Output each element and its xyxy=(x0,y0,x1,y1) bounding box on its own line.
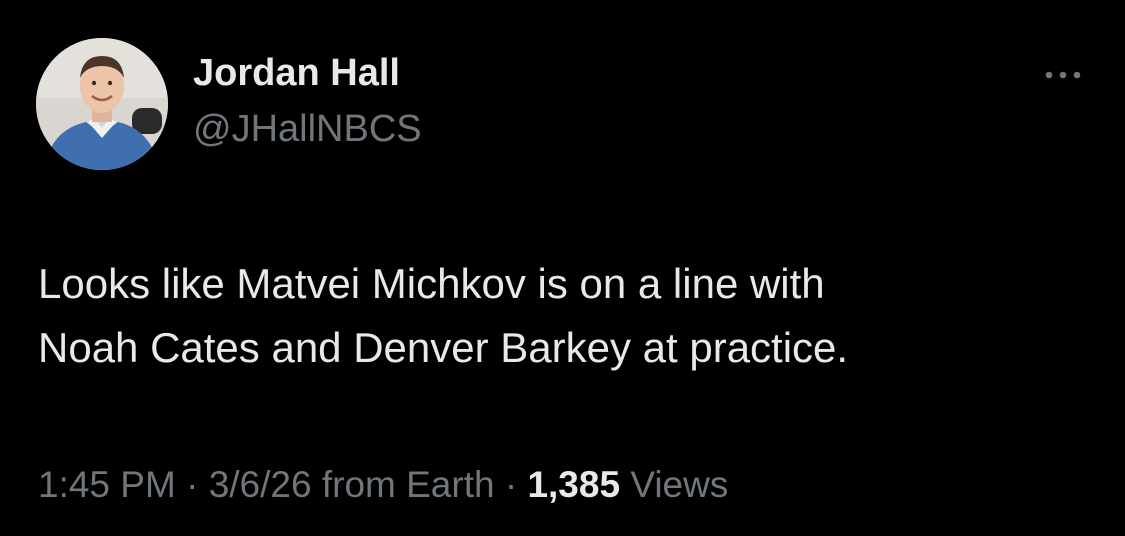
tweet-date[interactable]: 3/6/26 xyxy=(209,464,312,505)
avatar[interactable] xyxy=(36,38,168,170)
tweet-time[interactable]: 1:45 PM xyxy=(38,464,176,505)
views-count[interactable]: 1,385 xyxy=(527,464,620,505)
author-handle[interactable]: @JHallNBCS xyxy=(193,110,422,148)
tweet-metadata: 1:45 PM · 3/6/26 from Earth · 1,385 View… xyxy=(38,466,728,503)
separator-dot: · xyxy=(494,464,528,505)
more-options-button[interactable] xyxy=(1038,60,1088,90)
tweet-text-line: Noah Cates and Denver Barkey at practice… xyxy=(38,324,849,371)
views-label: Views xyxy=(630,464,729,505)
tweet-text: Looks like Matvei Michkov is on a line w… xyxy=(38,252,1088,380)
tweet-source: from Earth xyxy=(321,464,495,505)
avatar-photo xyxy=(36,38,168,170)
tweet-text-line: Looks like Matvei Michkov is on a line w… xyxy=(38,260,825,307)
separator-dot: · xyxy=(175,464,209,505)
author-display-name[interactable]: Jordan Hall xyxy=(193,54,400,92)
more-horizontal-icon xyxy=(1045,71,1081,79)
